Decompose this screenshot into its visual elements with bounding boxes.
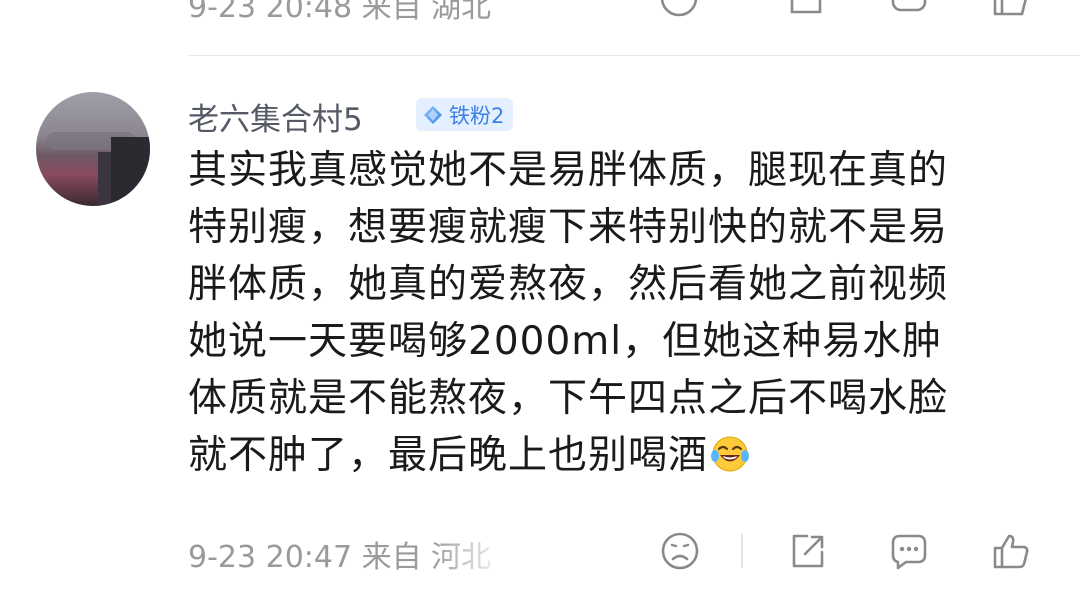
- action-separator: [741, 534, 743, 568]
- comment-icon[interactable]: [889, 0, 929, 18]
- comment-line: 特别瘦，想要瘦就瘦下来特别快的就不是易: [188, 205, 949, 250]
- comment-line: 其实我真感觉她不是易胖体质，腿现在真的: [188, 148, 949, 193]
- comment-line: 她说一天要喝够2000ml，但她这种易水肿: [188, 319, 943, 364]
- comment-line-text: 就不肿了，最后晚上也别喝酒: [188, 433, 709, 478]
- previous-comment-footer: 9-23 20:48 来自 湖北: [0, 0, 1080, 32]
- share-icon[interactable]: [786, 0, 826, 18]
- thumbs-up-icon[interactable]: [990, 530, 1032, 572]
- thumbs-up-icon[interactable]: [990, 0, 1030, 18]
- comment-divider: [188, 55, 1080, 56]
- comment-body: 其实我真感觉她不是易胖体质，腿现在真的 特别瘦，想要瘦就瘦下来特别快的就不是易 …: [188, 142, 1058, 484]
- sad-face-icon[interactable]: [659, 530, 701, 572]
- comment-timestamp: 9-23 20:47: [188, 540, 353, 575]
- diamond-icon: [424, 105, 442, 124]
- share-icon[interactable]: [787, 530, 829, 572]
- comment-line: 胖体质，她真的爱熬夜，然后看她之前视频: [188, 262, 949, 307]
- comment-icon[interactable]: [888, 530, 930, 572]
- comment-line-last: 就不肿了，最后晚上也别喝酒: [188, 427, 1058, 484]
- laughing-tears-emoji-icon: [711, 436, 750, 472]
- location-prefix: 来自: [361, 540, 422, 575]
- fan-badge[interactable]: 铁粉2: [416, 98, 514, 131]
- fan-badge-label: 铁粉2: [449, 103, 505, 128]
- avatar[interactable]: [36, 92, 150, 206]
- username[interactable]: 老六集合村5: [188, 94, 363, 139]
- comment-line: 体质就是不能熬夜，下午四点之后不喝水脸: [188, 376, 949, 421]
- meta-fade-overlay: [430, 528, 620, 574]
- sad-face-icon[interactable]: [659, 0, 699, 18]
